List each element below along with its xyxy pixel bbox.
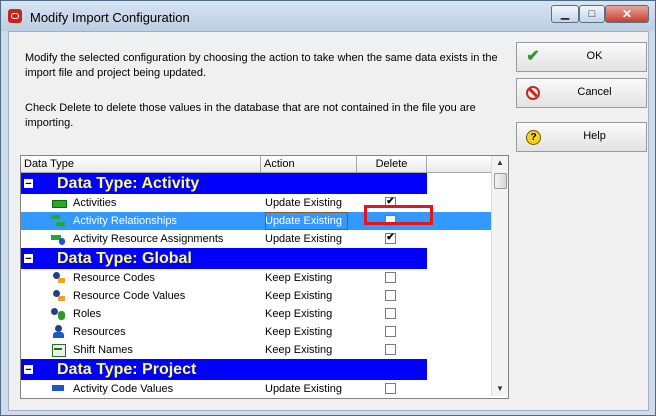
row-name: Activity Code Values: [73, 383, 174, 395]
vertical-scrollbar[interactable]: ▲ ▼: [491, 156, 508, 396]
column-header-delete[interactable]: Delete: [357, 156, 427, 172]
cancel-button[interactable]: Cancel: [516, 78, 647, 108]
row-action[interactable]: Update Existing: [265, 230, 342, 248]
delete-checkbox[interactable]: [385, 290, 396, 301]
roles-icon: [51, 307, 66, 321]
highlight-box: [364, 205, 433, 225]
grid-row-activity-resource-assignments[interactable]: Activity Resource Assignments Update Exi…: [21, 230, 491, 248]
row-name: Activities: [73, 197, 117, 209]
column-header-data-type[interactable]: Data Type: [21, 156, 261, 172]
configuration-grid[interactable]: Data Type Action Delete − Data Type: Act…: [20, 155, 509, 399]
group-header-activity[interactable]: − Data Type: Activity: [21, 173, 427, 194]
delete-checkbox[interactable]: [385, 308, 396, 319]
activity-code-icon: [51, 382, 66, 396]
row-action[interactable]: Update Existing: [265, 380, 342, 398]
delete-checkbox[interactable]: [385, 344, 396, 355]
resource-code-value-icon: [51, 289, 66, 303]
delete-checkbox[interactable]: [385, 383, 396, 394]
grid-row-resource-codes[interactable]: Resource Codes Keep Existing: [21, 269, 491, 287]
row-name: Shift Names: [73, 344, 133, 356]
grid-row-activity-code-values[interactable]: Activity Code Values Update Existing: [21, 380, 491, 398]
ok-label: OK: [586, 50, 603, 62]
row-action[interactable]: Keep Existing: [265, 287, 332, 305]
resource-icon: [51, 325, 66, 339]
group-label: Data Type: Project: [57, 361, 197, 378]
activity-bar-icon: [51, 196, 67, 210]
delete-checkbox[interactable]: [385, 272, 396, 283]
shift-icon: [51, 343, 66, 357]
row-name: Activity Relationships: [73, 215, 177, 227]
grid-row-shift-names[interactable]: Shift Names Keep Existing: [21, 341, 491, 359]
minimize-button[interactable]: ▁: [551, 5, 579, 23]
no-entry-icon: [525, 85, 541, 101]
collapse-toggle-icon[interactable]: −: [24, 179, 33, 190]
ok-button[interactable]: ✔ OK: [516, 42, 647, 72]
scroll-down-icon[interactable]: ▼: [496, 384, 504, 393]
scroll-up-icon[interactable]: ▲: [496, 158, 504, 167]
column-header-action[interactable]: Action: [261, 156, 357, 172]
delete-checkbox[interactable]: ✔: [385, 233, 396, 244]
row-name: Resource Code Values: [73, 290, 186, 302]
resource-assignment-icon: [51, 232, 66, 246]
delete-checkbox[interactable]: [385, 326, 396, 337]
row-action[interactable]: Keep Existing: [265, 305, 332, 323]
grid-row-resources[interactable]: Resources Keep Existing: [21, 323, 491, 341]
row-action[interactable]: Keep Existing: [265, 269, 332, 287]
row-name: Resource Codes: [73, 272, 155, 284]
instruction-text: Modify the selected configuration by cho…: [25, 52, 498, 79]
maximize-button[interactable]: □: [579, 5, 605, 23]
scroll-thumb[interactable]: [494, 173, 507, 189]
grid-row-resource-code-values[interactable]: Resource Code Values Keep Existing: [21, 287, 491, 305]
oracle-app-icon: [8, 9, 22, 23]
relationship-icon: [51, 214, 66, 228]
group-label: Data Type: Activity: [57, 175, 200, 192]
close-button[interactable]: ✕: [605, 5, 649, 23]
group-header-global[interactable]: − Data Type: Global: [21, 248, 427, 269]
row-action[interactable]: Keep Existing: [265, 323, 332, 341]
row-name: Roles: [73, 308, 102, 320]
cancel-label: Cancel: [577, 86, 612, 98]
grid-header: Data Type Action Delete: [21, 156, 491, 173]
help-question-icon: ?: [526, 130, 541, 145]
collapse-toggle-icon[interactable]: −: [24, 365, 33, 376]
help-label: Help: [583, 130, 606, 142]
dialog-content: Modify the selected configuration by cho…: [8, 31, 649, 411]
row-name: Activity Resource Assignments: [73, 233, 224, 245]
collapse-toggle-icon[interactable]: −: [24, 254, 33, 265]
delete-instruction-text: Check Delete to delete those values in t…: [25, 102, 476, 129]
row-action[interactable]: Update Existing: [265, 212, 349, 230]
group-header-project[interactable]: − Data Type: Project: [21, 359, 427, 380]
window-title: Modify Import Configuration: [30, 10, 190, 25]
row-action[interactable]: Update Existing: [265, 194, 342, 212]
group-label: Data Type: Global: [57, 250, 192, 267]
checkmark-icon: ✔: [526, 48, 540, 65]
resource-code-icon: [51, 271, 66, 285]
dialog-window: Modify Import Configuration ▁ □ ✕ Modify…: [0, 0, 656, 416]
title-bar[interactable]: Modify Import Configuration ▁ □ ✕: [1, 1, 655, 31]
row-action[interactable]: Keep Existing: [265, 341, 332, 359]
grid-row-roles[interactable]: Roles Keep Existing: [21, 305, 491, 323]
row-name: Resources: [73, 326, 126, 338]
help-button[interactable]: ? Help: [516, 122, 647, 152]
